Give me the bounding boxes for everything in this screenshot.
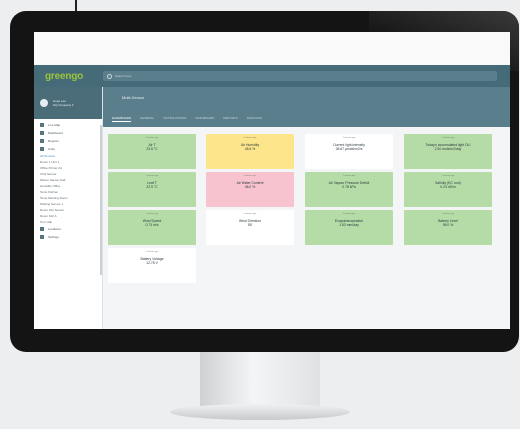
location-icon bbox=[40, 227, 44, 231]
tile-value: 22.5 °C bbox=[146, 185, 158, 189]
sensor-tile[interactable]: 2 minutes ago Current light intensity 28.6… bbox=[305, 134, 393, 169]
sidebar-item-reports[interactable]: Reports bbox=[34, 137, 102, 145]
tile-value: 0.23 dS/m bbox=[440, 185, 456, 189]
tile-timestamp: 2 minutes ago bbox=[145, 213, 159, 215]
sidebar: Hugo Lee HQ Company ▾ Live Map Dashboard R… bbox=[34, 87, 103, 329]
map-icon bbox=[40, 123, 44, 127]
tile-value: 0.78 kPa bbox=[342, 185, 356, 189]
avatar bbox=[40, 99, 48, 107]
sidebar-item-label: Locations bbox=[48, 227, 61, 231]
tile-value: 0.73 m/s bbox=[145, 223, 159, 227]
user-menu[interactable]: Hugo Lee HQ Company ▾ bbox=[34, 87, 102, 119]
sensor-tile[interactable]: 2 minutes ago Battery Voltage 12.78 V bbox=[108, 248, 196, 283]
sidebar-item-label: Dashboard bbox=[48, 131, 63, 135]
tile-value: SE bbox=[247, 223, 253, 227]
tab-item[interactable]: DASHBOARD bbox=[195, 115, 214, 122]
app-logo[interactable]: greengo bbox=[34, 71, 103, 82]
tile-timestamp: 2 minutes ago bbox=[441, 213, 455, 215]
sidebar-item-label: Units bbox=[48, 147, 55, 151]
tab-item[interactable]: RAW DATA bbox=[247, 115, 262, 122]
tile-value: 12.78 V bbox=[146, 261, 158, 265]
tile-timestamp: 2 minutes ago bbox=[441, 137, 455, 139]
tab-item[interactable]: GENERAL bbox=[140, 115, 154, 122]
sidebar-scrollbar[interactable] bbox=[100, 125, 102, 275]
sidebar-item-units[interactable]: Units bbox=[34, 145, 102, 153]
sensor-tile[interactable]: 2 minutes ago Today's accumulated light D… bbox=[404, 134, 492, 169]
sensor-tile[interactable]: 2 minutes ago Wind Direction SE bbox=[206, 210, 294, 245]
sensor-tile[interactable]: 2 minutes ago Salinity (EC root) 0.23 dS/m bbox=[404, 172, 492, 207]
user-company: HQ Company ▾ bbox=[53, 103, 74, 107]
tile-timestamp: 2 minutes ago bbox=[342, 175, 356, 177]
gear-icon bbox=[40, 235, 44, 239]
device-header: Multi-Sensor DASHBOARD GENERAL NOTIFICATIO… bbox=[103, 87, 510, 127]
monitor-stand bbox=[200, 352, 320, 408]
tile-timestamp: 2 minutes ago bbox=[342, 137, 356, 139]
tile-value: 1.53 mm/day bbox=[339, 223, 359, 227]
sensor-tile[interactable]: 2 minutes ago Leaf T 22.5 °C bbox=[108, 172, 196, 207]
tile-value: 28.67 µmols/m2/s bbox=[335, 147, 363, 151]
tab-bar: DASHBOARD GENERAL NOTIFICATIONS DASHBOARD RE… bbox=[112, 115, 262, 122]
sidebar-item-label: Reports bbox=[48, 139, 59, 143]
tile-timestamp: 2 minutes ago bbox=[243, 213, 257, 215]
tile-timestamp: 2 minutes ago bbox=[145, 175, 159, 177]
tab-item[interactable]: DASHBOARD bbox=[112, 115, 132, 122]
sidebar-item-live-map[interactable]: Live Map bbox=[34, 121, 102, 129]
main-content: Multi-Sensor DASHBOARD GENERAL NOTIFICATIO… bbox=[103, 87, 510, 329]
tile-value: 98.0 % bbox=[442, 223, 454, 227]
device-title: Multi-Sensor bbox=[122, 95, 145, 100]
reports-icon bbox=[40, 139, 44, 143]
tile-timestamp: 2 minutes ago bbox=[243, 175, 257, 177]
top-bar: greengo Search here bbox=[34, 65, 510, 87]
sidebar-item-settings[interactable]: Settings bbox=[34, 233, 102, 241]
sidebar-item-label: Settings bbox=[48, 235, 59, 239]
browser-strip bbox=[34, 32, 510, 65]
sensor-tile[interactable]: 2 minutes ago Air Humidity 48.5 % bbox=[206, 134, 294, 169]
sidebar-item-dashboard[interactable]: Dashboard bbox=[34, 129, 102, 137]
units-icon bbox=[40, 147, 44, 151]
sensor-tile[interactable]: 2 minutes ago Wind Speed 0.73 m/s bbox=[108, 210, 196, 245]
search-icon bbox=[107, 73, 112, 79]
sensor-tile[interactable]: 2 minutes ago Air T 23.5 °C bbox=[108, 134, 196, 169]
sidebar-item-label: Live Map bbox=[48, 123, 61, 127]
sensor-tile[interactable]: 2 minutes ago Evapotranspiration 1.53 mm/d… bbox=[305, 210, 393, 245]
tile-timestamp: 2 minutes ago bbox=[145, 137, 159, 139]
tab-item[interactable]: REPORTS bbox=[223, 115, 237, 122]
tile-value: 23.5 °C bbox=[146, 147, 158, 151]
screen: greengo Search here Hugo Lee HQ Company … bbox=[34, 32, 510, 329]
search-placeholder: Search here bbox=[115, 74, 132, 78]
search-input[interactable]: Search here bbox=[103, 71, 497, 81]
tile-value: 2.50 mols/m2/day bbox=[434, 147, 462, 151]
pointer-line bbox=[75, 0, 77, 11]
sensor-tile[interactable]: 2 minutes ago Air Water Content 48.0 % bbox=[206, 172, 294, 207]
tile-timestamp: 2 minutes ago bbox=[342, 213, 356, 215]
sidebar-item-locations[interactable]: Locations bbox=[34, 225, 102, 233]
tile-value: 48.5 % bbox=[244, 147, 256, 151]
dashboard-icon bbox=[40, 131, 44, 135]
sidebar-nav: Live Map Dashboard Reports Units All Sensors… bbox=[34, 119, 102, 241]
tile-value: 48.0 % bbox=[244, 185, 256, 189]
monitor-base bbox=[170, 404, 350, 420]
monitor-frame: greengo Search here Hugo Lee HQ Company … bbox=[10, 11, 519, 352]
tab-item[interactable]: NOTIFICATIONS bbox=[163, 115, 186, 122]
tile-timestamp: 2 minutes ago bbox=[145, 251, 159, 253]
sensor-tile[interactable]: 2 minutes ago Air Vapour Pressure Deficit… bbox=[305, 172, 393, 207]
tile-timestamp: 2 minutes ago bbox=[441, 175, 455, 177]
tile-timestamp: 2 minutes ago bbox=[243, 137, 257, 139]
sensor-tile[interactable]: 2 minutes ago Battery Level 98.0 % bbox=[404, 210, 492, 245]
